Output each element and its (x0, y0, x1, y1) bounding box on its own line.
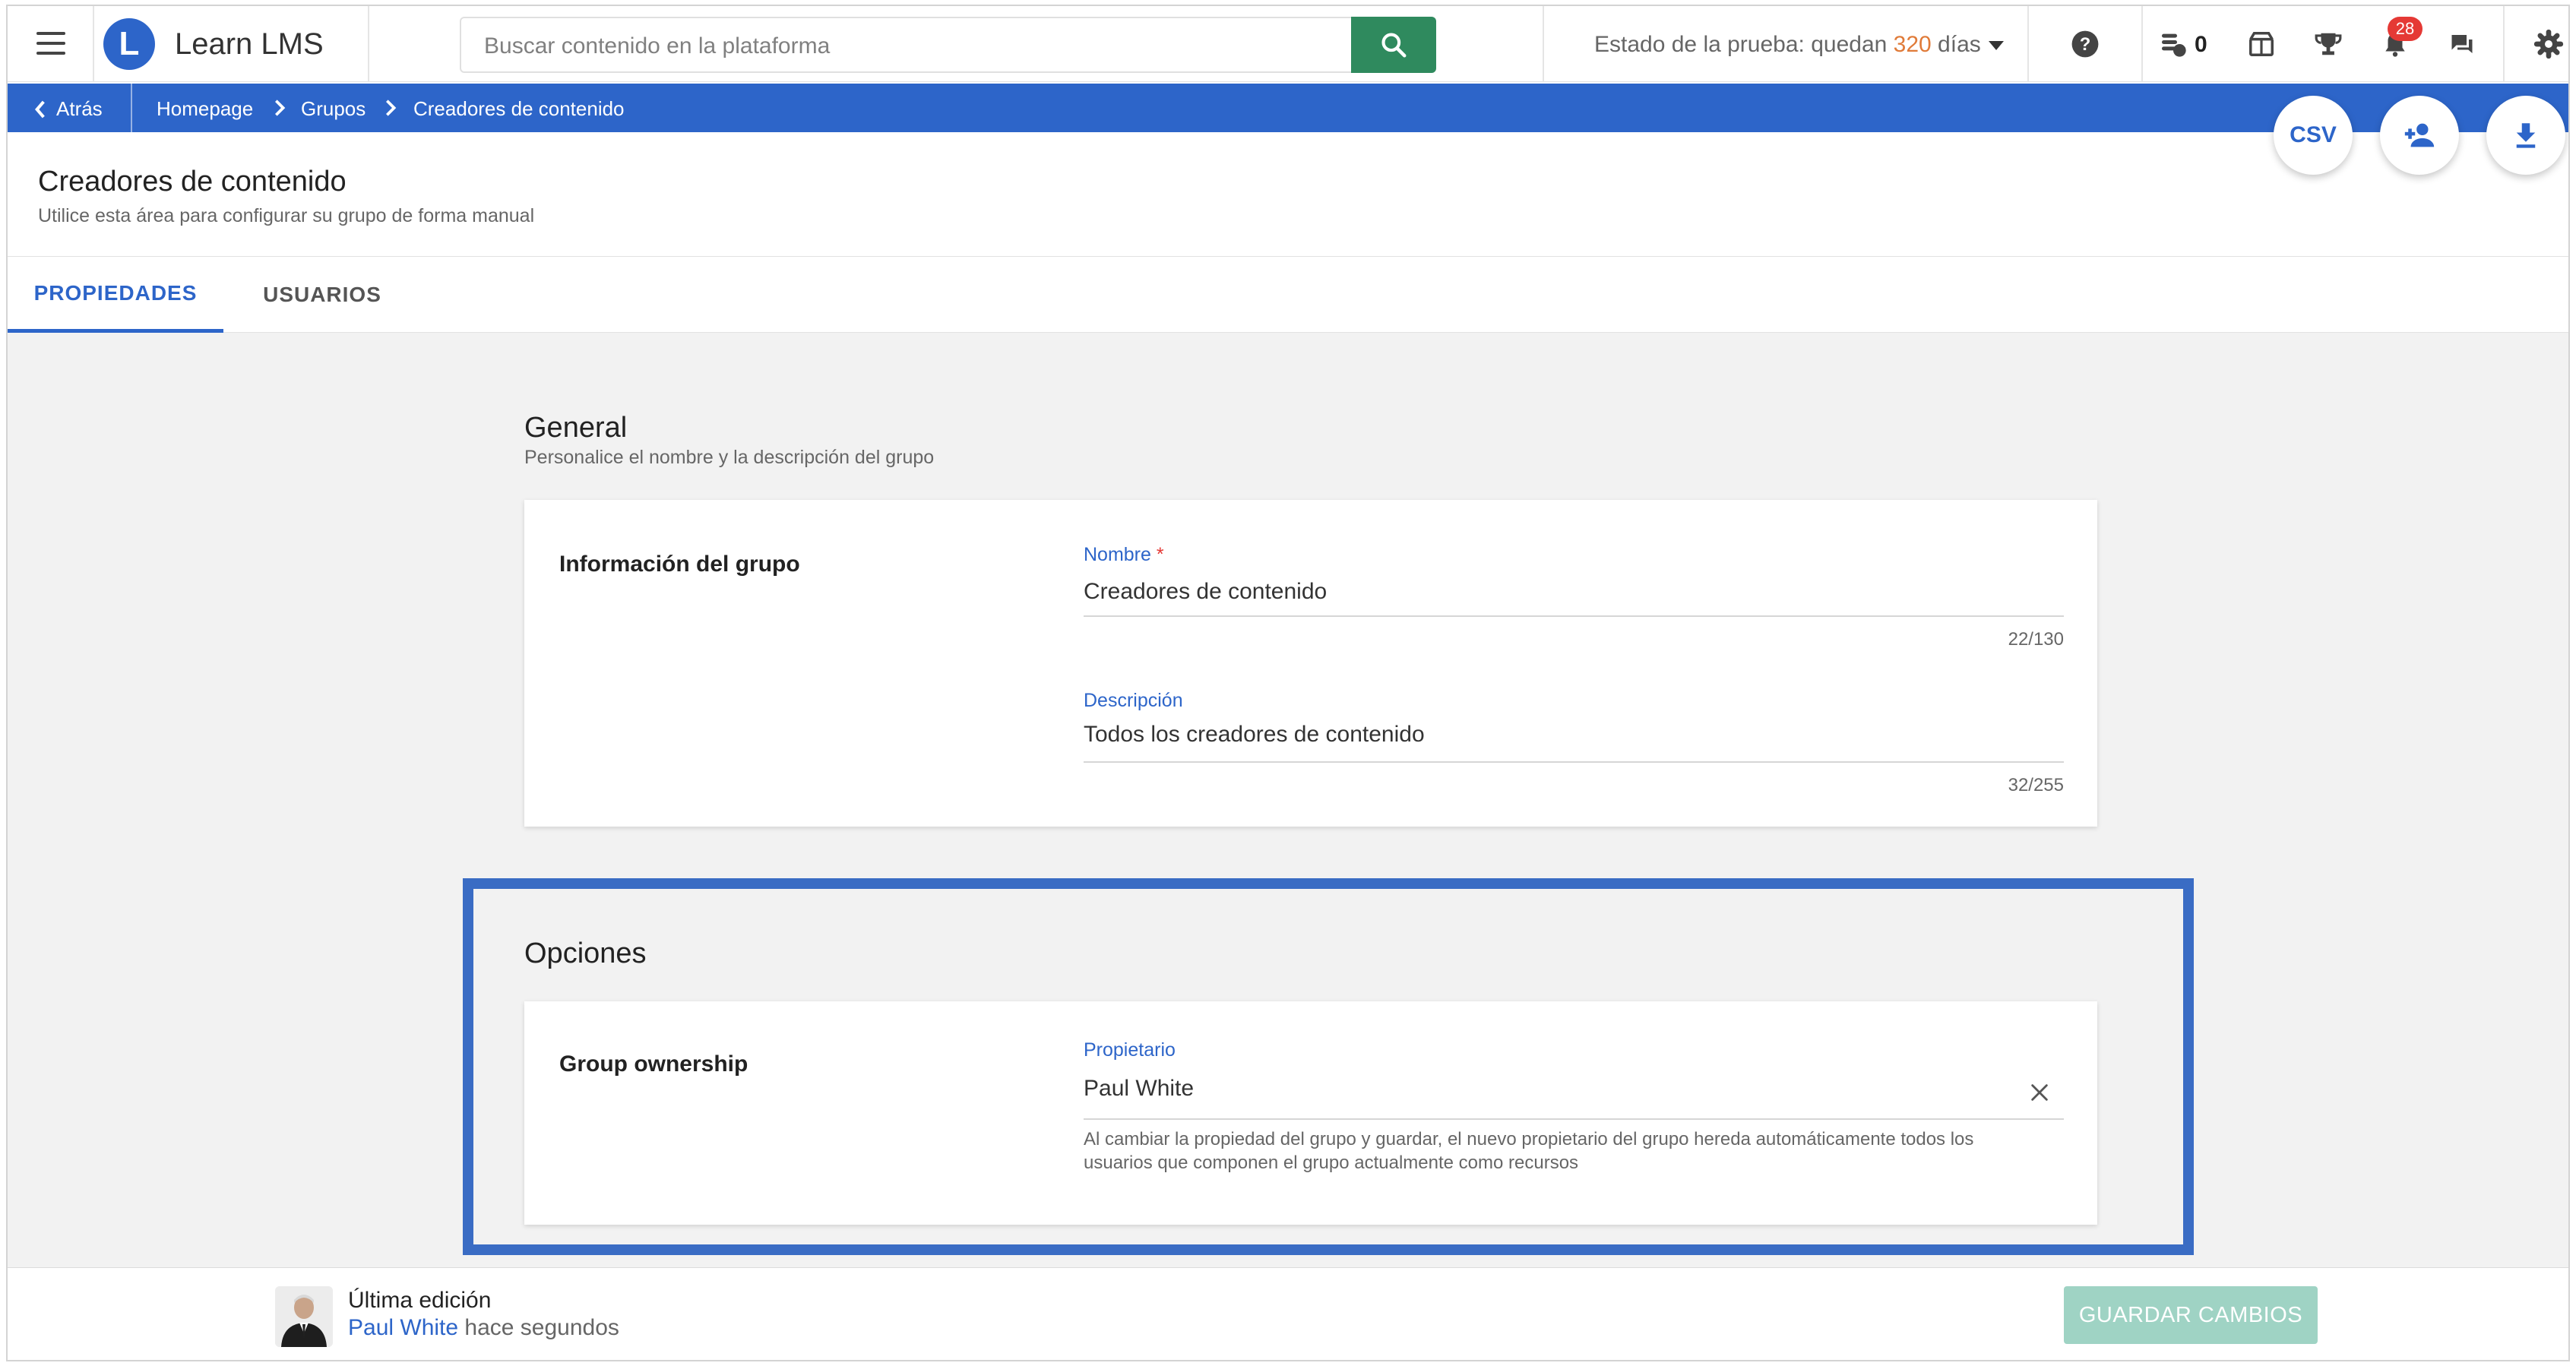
logo[interactable]: L (103, 18, 155, 70)
divider (2503, 6, 2505, 82)
download-icon (2516, 123, 2536, 148)
breadcrumb: Atrás Homepage Grupos Creadores de conte… (8, 84, 2568, 132)
search-input[interactable]: Buscar contenido en la plataforma (460, 17, 1353, 73)
divider (2141, 6, 2143, 82)
description-label: Descripción (1084, 690, 1183, 711)
description-field-underline (1084, 761, 2064, 763)
hamburger-icon[interactable] (36, 32, 65, 55)
add-user-icon (2404, 123, 2435, 147)
chevron-right-icon (386, 100, 397, 116)
tab-usuarios[interactable]: USUARIOS (236, 257, 409, 333)
description-field[interactable]: Todos los creadores de contenido (1084, 722, 1425, 748)
general-title: General (524, 412, 628, 444)
name-field[interactable]: Creadores de contenido (1084, 579, 1327, 605)
name-field-underline (1084, 615, 2064, 617)
name-char-count: 22/130 (2008, 629, 2064, 650)
tab-propiedades[interactable]: PROPIEDADES (8, 257, 223, 333)
gear-icon[interactable] (2532, 27, 2565, 61)
tab-bar: PROPIEDADES USUARIOS (8, 257, 2568, 333)
trial-status-dropdown[interactable]: Estado de la prueba: quedan 320 días (1594, 32, 2004, 58)
required-marker: * (1156, 544, 1164, 565)
page-subtitle: Utilice esta área para configurar su gru… (38, 205, 535, 226)
divider (131, 84, 132, 132)
svg-text:?: ? (2080, 34, 2091, 55)
divider (2027, 6, 2029, 82)
last-edit-title: Última edición (348, 1288, 492, 1313)
search-button[interactable] (1351, 17, 1436, 73)
trial-suffix: días (1931, 32, 1981, 57)
breadcrumb-grupos[interactable]: Grupos (301, 97, 366, 121)
divider (1543, 6, 1544, 82)
chevron-left-icon (35, 100, 45, 118)
top-bar: L Learn LMS Buscar contenido en la plata… (8, 6, 2568, 82)
trial-prefix: Estado de la prueba: quedan (1594, 32, 1894, 57)
back-button[interactable]: Atrás (33, 97, 103, 121)
footer-bar: Última edición Paul White hace segundos … (8, 1267, 2568, 1360)
trial-days: 320 (1893, 32, 1932, 57)
divider (368, 6, 369, 82)
coins-icon[interactable] (2157, 27, 2190, 61)
credits-count: 0 (2195, 32, 2207, 57)
search-icon (1381, 33, 1407, 58)
chevron-right-icon (275, 100, 286, 116)
trophy-icon[interactable] (2312, 27, 2345, 61)
store-icon[interactable] (2245, 27, 2278, 61)
general-subtitle: Personalice el nombre y la descripción d… (524, 447, 935, 468)
divider (93, 6, 94, 82)
name-label-text: Nombre (1084, 544, 1151, 565)
description-char-count: 32/255 (2008, 775, 2064, 795)
highlight-box (463, 878, 2194, 1255)
page-title: Creadores de contenido (38, 166, 347, 198)
breadcrumb-homepage[interactable]: Homepage (157, 97, 253, 121)
notifications-badge: 28 (2388, 17, 2423, 41)
download-button[interactable] (2486, 96, 2565, 175)
edit-time: hace segundos (458, 1315, 619, 1340)
group-info-label: Información del grupo (559, 552, 800, 577)
chevron-down-icon (1988, 41, 2004, 51)
group-info-card: Información del grupo Nombre * Creadores… (524, 500, 2097, 827)
search-placeholder: Buscar contenido en la plataforma (484, 33, 831, 58)
page-header: Creadores de contenido Utilice esta área… (8, 132, 2568, 257)
app-window: L Learn LMS Buscar contenido en la plata… (6, 5, 2570, 1361)
back-label: Atrás (56, 97, 103, 120)
add-user-button[interactable] (2380, 96, 2459, 175)
editor-name-link[interactable]: Paul White (348, 1315, 458, 1340)
csv-button[interactable]: CSV (2274, 96, 2353, 175)
help-icon[interactable]: ? (2068, 27, 2102, 61)
name-label: Nombre * (1084, 544, 1164, 566)
brand-name[interactable]: Learn LMS (175, 27, 324, 62)
last-edit-info: Paul White hace segundos (348, 1315, 619, 1341)
breadcrumb-current: Creadores de contenido (413, 97, 625, 120)
chat-icon[interactable] (2445, 27, 2479, 61)
save-button[interactable]: GUARDAR CAMBIOS (2064, 1286, 2318, 1344)
avatar (275, 1286, 333, 1347)
